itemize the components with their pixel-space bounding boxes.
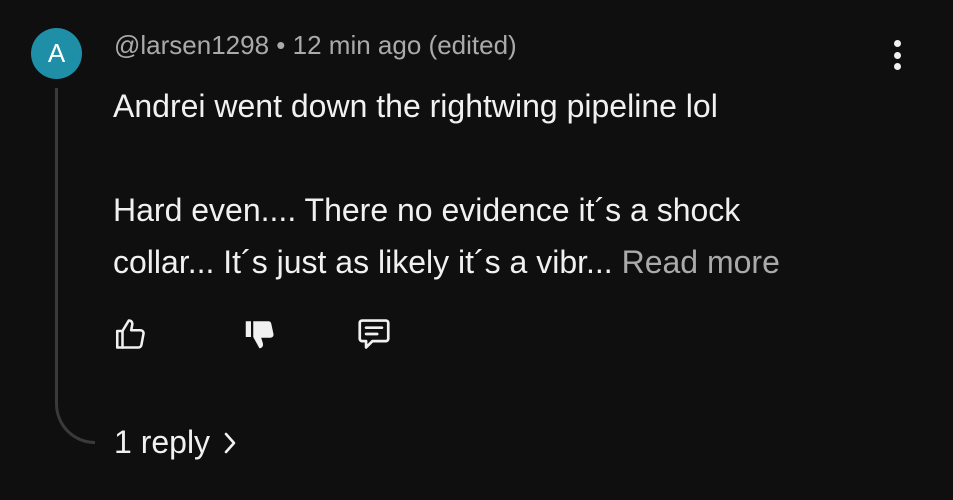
avatar[interactable]: A [31,28,82,79]
thumbs-up-icon [115,319,145,349]
author-handle[interactable]: @larsen1298 [114,30,269,60]
reply-button[interactable] [352,312,396,356]
header-separator: • [276,30,286,60]
more-vertical-icon[interactable] [883,38,911,72]
more-dot [893,63,901,70]
thumbs-down-icon [245,321,274,349]
read-more-link[interactable]: Read more [622,244,780,280]
thread-line [55,88,95,444]
more-dot [893,40,901,47]
comment-time: 12 min ago [292,30,422,60]
view-replies-button[interactable]: 1 reply [114,424,238,461]
comment-line: Hard even.... There no evidence it´s a s… [113,192,741,228]
comment-header: @larsen1298 • 12 min ago (edited) [114,30,517,61]
avatar-letter: A [47,38,66,68]
chevron-right-icon [222,430,238,456]
comment-body: Andrei went down the rightwing pipeline … [113,80,903,288]
more-dot [893,51,901,59]
edited-label: (edited) [428,30,517,60]
comment-line: Andrei went down the rightwing pipeline … [113,88,718,124]
comment-line-text: collar... It´s just as likely it´s a vib… [113,244,613,280]
comment-line: collar... It´s just as likely it´s a vib… [113,236,903,288]
comment-icon [358,319,390,349]
replies-label: 1 reply [114,424,211,460]
dislike-button[interactable] [238,312,282,356]
like-button[interactable] [108,312,152,356]
